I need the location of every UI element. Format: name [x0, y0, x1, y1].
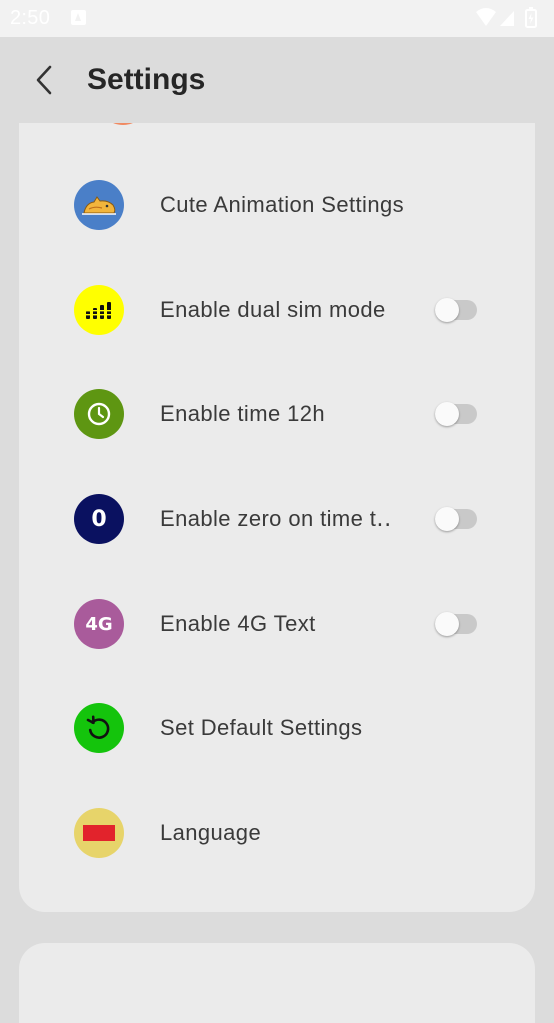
status-time: 2:50	[10, 7, 51, 29]
toggle-thumb	[435, 298, 459, 322]
reset-icon	[74, 703, 124, 753]
setting-4g-text[interactable]: 4G Enable 4G Text	[19, 574, 535, 674]
setting-label: Enable dual sim mode	[160, 297, 386, 322]
time-12h-toggle[interactable]	[435, 402, 477, 426]
4g-icon-text: 4G	[85, 613, 113, 635]
setting-label: Language	[160, 820, 262, 845]
chevron-left-icon	[36, 65, 52, 95]
toggle-thumb	[435, 402, 459, 426]
signal-bars-icon	[74, 285, 124, 335]
language-flag-icon	[74, 808, 124, 858]
notification-a-icon	[71, 10, 86, 25]
setting-time-12h[interactable]: Enable time 12h	[19, 364, 535, 464]
cat-animation-icon	[74, 180, 124, 230]
next-settings-card	[19, 943, 535, 1023]
setting-label: Cute Animation Settings	[160, 192, 405, 217]
battery-icon	[525, 7, 537, 28]
wifi-icon	[476, 8, 496, 26]
zero-icon: 0	[74, 494, 124, 544]
setting-zero-on-time[interactable]: 0 Enable zero on time t․․	[19, 469, 535, 569]
dual-sim-toggle[interactable]	[435, 298, 477, 322]
setting-language[interactable]: Language	[19, 783, 535, 883]
toggle-thumb	[435, 507, 459, 531]
setting-label: Set Default Settings	[160, 715, 363, 740]
setting-set-default[interactable]: Set Default Settings	[19, 678, 535, 778]
app-bar: Settings	[0, 37, 554, 123]
page-title: Settings	[87, 63, 206, 96]
status-bar: 2:50	[0, 0, 554, 37]
toggle-thumb	[435, 612, 459, 636]
status-icons	[474, 6, 544, 30]
signal-icon	[500, 11, 514, 26]
partially-hidden-icon	[98, 123, 148, 125]
4g-text-toggle[interactable]	[435, 612, 477, 636]
back-button[interactable]	[26, 61, 62, 99]
clock-icon	[74, 389, 124, 439]
setting-label: Enable 4G Text	[160, 611, 316, 636]
setting-cute-animation[interactable]: Cute Animation Settings	[19, 155, 535, 255]
zero-on-time-toggle[interactable]	[435, 507, 477, 531]
setting-label: Enable time 12h	[160, 401, 325, 426]
settings-card: Cute Animation Settings Enable dual sim …	[19, 123, 535, 912]
setting-label: Enable zero on time t․․	[160, 506, 392, 531]
setting-dual-sim[interactable]: Enable dual sim mode	[19, 260, 535, 360]
zero-icon-text: 0	[91, 506, 107, 532]
4g-icon: 4G	[74, 599, 124, 649]
